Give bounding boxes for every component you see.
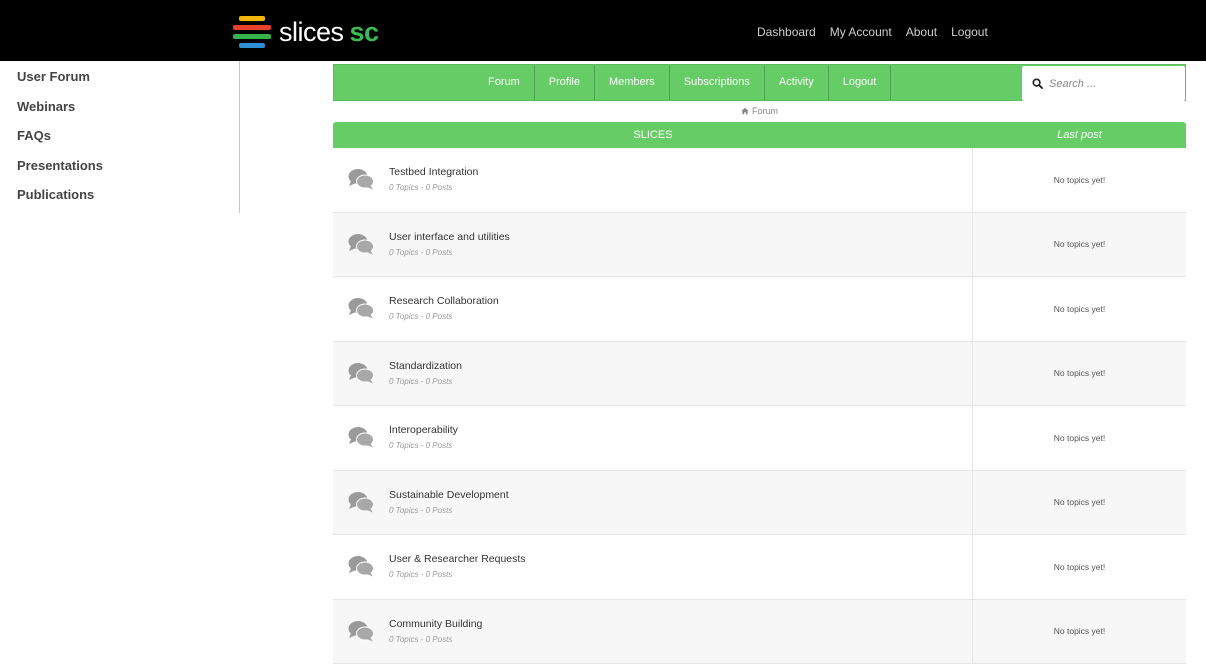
- breadcrumb: Forum: [333, 106, 1186, 116]
- forum-row-main: Testbed Integration 0 Topics - 0 Posts: [333, 148, 973, 212]
- search-input[interactable]: [1049, 78, 1169, 90]
- forum-topic-count: 0 Topics - 0 Posts: [389, 183, 452, 192]
- forum-row-main: Interoperability 0 Topics - 0 Posts: [333, 406, 973, 470]
- forum-row: Testbed Integration 0 Topics - 0 Posts No …: [333, 148, 1186, 213]
- forum-last-post: No topics yet!: [973, 406, 1186, 470]
- forum-row-main: Research Collaboration 0 Topics - 0 Posts: [333, 277, 973, 341]
- forum-topic-count: 0 Topics - 0 Posts: [389, 248, 452, 257]
- sidebar-item-faqs[interactable]: FAQs: [0, 128, 239, 158]
- search-icon: [1032, 78, 1043, 89]
- nav-logout-link[interactable]: Logout: [951, 25, 988, 39]
- forum-last-post: No topics yet!: [973, 213, 1186, 277]
- tab-profile[interactable]: Profile: [534, 65, 594, 100]
- tab-activity[interactable]: Activity: [764, 65, 828, 100]
- logo-wordmark: slicessc: [279, 17, 379, 48]
- site-logo[interactable]: slicessc: [233, 13, 379, 51]
- breadcrumb-forum-link[interactable]: Forum: [752, 106, 778, 116]
- forum-title-link[interactable]: Standardization: [389, 360, 462, 372]
- sidebar-item-user-forum[interactable]: User Forum: [0, 69, 239, 99]
- forum-topic-count: 0 Topics - 0 Posts: [389, 506, 452, 515]
- forum-bubble-icon: [348, 168, 374, 190]
- forum-row-main: User interface and utilities 0 Topics - 0…: [333, 213, 973, 277]
- forum-row-main: Standardization 0 Topics - 0 Posts: [333, 342, 973, 406]
- forum-last-post: No topics yet!: [973, 600, 1186, 664]
- forum-row: Standardization 0 Topics - 0 Posts No topi…: [333, 342, 1186, 407]
- forum-row: Community Building 0 Topics - 0 Posts No t…: [333, 600, 1186, 664]
- forum-title-link[interactable]: User & Researcher Requests: [389, 553, 526, 565]
- tab-subscriptions[interactable]: Subscriptions: [669, 65, 764, 100]
- forum-bubble-icon: [348, 362, 374, 384]
- forum-title-link[interactable]: Community Building: [389, 618, 482, 630]
- tab-forum[interactable]: Forum: [474, 65, 534, 100]
- forum-row: User & Researcher Requests 0 Topics - 0 P…: [333, 535, 1186, 600]
- forum-row-main: User & Researcher Requests 0 Topics - 0 P…: [333, 535, 973, 599]
- nav-dashboard-link[interactable]: Dashboard: [757, 25, 816, 39]
- forum-bubble-icon: [348, 297, 374, 319]
- forum-row: Sustainable Development 0 Topics - 0 Post…: [333, 471, 1186, 536]
- forum-bubble-icon: [348, 620, 374, 642]
- forum-bubble-icon: [348, 426, 374, 448]
- logo-mark: [233, 15, 271, 49]
- forum-nav-bar: Forum Profile Members Subscriptions Acti…: [333, 64, 1186, 101]
- sidebar-item-presentations[interactable]: Presentations: [0, 158, 239, 188]
- forum-topic-count: 0 Topics - 0 Posts: [389, 441, 452, 450]
- tab-logout[interactable]: Logout: [828, 65, 892, 100]
- forum-last-post: No topics yet!: [973, 535, 1186, 599]
- forum-category-title: SLICES: [333, 122, 973, 148]
- forum-title-link[interactable]: User interface and utilities: [389, 231, 510, 243]
- search-box[interactable]: [1022, 66, 1185, 101]
- forum-nav-links: Forum Profile Members Subscriptions Acti…: [474, 65, 891, 100]
- forum-bubble-icon: [348, 233, 374, 255]
- forum-bubble-icon: [348, 555, 374, 577]
- forum-topic-count: 0 Topics - 0 Posts: [389, 570, 452, 579]
- last-post-column-header: Last post: [973, 122, 1186, 148]
- forum-last-post: No topics yet!: [973, 471, 1186, 535]
- forum-row: Interoperability 0 Topics - 0 Posts No top…: [333, 406, 1186, 471]
- forum-last-post: No topics yet!: [973, 342, 1186, 406]
- sidebar-item-publications[interactable]: Publications: [0, 187, 239, 217]
- home-icon: [741, 107, 749, 115]
- forum-row: Research Collaboration 0 Topics - 0 Posts…: [333, 277, 1186, 342]
- forum-topic-count: 0 Topics - 0 Posts: [389, 312, 452, 321]
- forum-row: User interface and utilities 0 Topics - 0…: [333, 213, 1186, 278]
- top-navigation: Dashboard My Account About Logout: [757, 25, 988, 39]
- forum-title-link[interactable]: Interoperability: [389, 424, 458, 436]
- forum-table-header: SLICES Last post: [333, 122, 1186, 148]
- forum-title-link[interactable]: Sustainable Development: [389, 489, 509, 501]
- forum-bubble-icon: [348, 491, 374, 513]
- forum-row-main: Sustainable Development 0 Topics - 0 Post…: [333, 471, 973, 535]
- forum-list: Testbed Integration 0 Topics - 0 Posts No …: [333, 148, 1186, 664]
- forum-last-post: No topics yet!: [973, 148, 1186, 212]
- top-bar: slicessc Dashboard My Account About Logo…: [0, 0, 1206, 61]
- forum-topic-count: 0 Topics - 0 Posts: [389, 377, 452, 386]
- forum-row-main: Community Building 0 Topics - 0 Posts: [333, 600, 973, 664]
- forum-topic-count: 0 Topics - 0 Posts: [389, 635, 452, 644]
- forum-title-link[interactable]: Research Collaboration: [389, 295, 499, 307]
- forum-title-link[interactable]: Testbed Integration: [389, 166, 478, 178]
- nav-about-link[interactable]: About: [906, 25, 937, 39]
- forum-last-post: No topics yet!: [973, 277, 1186, 341]
- sidebar-item-webinars[interactable]: Webinars: [0, 99, 239, 129]
- sidebar: User Forum Webinars FAQs Presentations P…: [0, 61, 240, 213]
- tab-members[interactable]: Members: [594, 65, 669, 100]
- nav-my-account-link[interactable]: My Account: [830, 25, 892, 39]
